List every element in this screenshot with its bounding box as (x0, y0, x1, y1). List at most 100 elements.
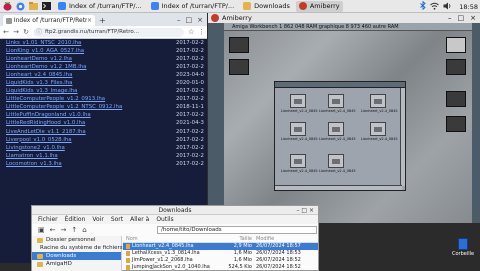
ram-disk-icon[interactable] (446, 91, 466, 107)
close-tab-icon[interactable]: × (87, 17, 92, 24)
close-icon[interactable]: × (197, 15, 203, 26)
drawer-file-icon[interactable]: Lionheart_v2.4_0845 (281, 94, 318, 113)
volume-icon[interactable] (443, 2, 452, 12)
menu-voir[interactable]: Voir (92, 215, 103, 224)
ftp-file-link[interactable]: LittleComputerPeople_v1.2_NTSC_0912.lha (6, 103, 176, 111)
ftp-file-link[interactable]: Llamatron_v1.1.lha (6, 152, 176, 160)
path-field[interactable]: /home/tito/Downloads (157, 226, 317, 234)
maximize-icon[interactable]: □ (458, 14, 465, 22)
reload-icon[interactable]: ↻ (23, 28, 29, 36)
sidebar-item-amigahd[interactable]: AmigaHD (32, 260, 121, 268)
column-name[interactable]: Nom (123, 236, 228, 242)
new-folder-icon[interactable]: ▣ (38, 226, 45, 234)
back-icon[interactable]: ← (3, 28, 9, 36)
home-icon[interactable]: ⌂ (82, 226, 86, 234)
new-tab-icon[interactable]: + (99, 16, 106, 26)
taskbar-task-downloads[interactable]: Downloads (240, 1, 293, 12)
raspberry-menu-icon[interactable] (2, 1, 13, 12)
ftp-file-link[interactable]: LionheartDemo_v1.2.lha (6, 55, 176, 63)
trash-desktop-icon[interactable]: Corbeille (452, 238, 474, 257)
sidebar-item-root[interactable]: Racine du système de fichiers (32, 244, 123, 252)
menu-aller[interactable]: Aller à (130, 215, 149, 224)
browser-launcher-icon[interactable] (15, 1, 26, 12)
file-date: 26/07/2024 18:53 (256, 250, 301, 257)
forward-icon[interactable]: → (61, 226, 67, 234)
disk-icon[interactable] (229, 59, 249, 75)
drawer-horizontal-scrollbar[interactable] (275, 185, 402, 190)
minimize-icon[interactable]: – (177, 15, 181, 26)
disk-icon[interactable] (229, 37, 249, 53)
drive-icon[interactable] (446, 37, 466, 53)
star-icon[interactable]: ☆ (188, 28, 194, 36)
column-size[interactable]: Taille (228, 236, 256, 242)
drawer-file-icon[interactable]: Lionheart_v2.4_0845 (319, 94, 356, 113)
drawer-file-icon[interactable]: Lionheart_v2.4_0845 (319, 122, 356, 141)
forward-icon[interactable]: → (13, 28, 19, 36)
file-manager-launcher-icon[interactable] (28, 1, 39, 12)
taskbar-task-amiberry[interactable]: Amiberry (295, 0, 343, 12)
window-controls[interactable]: – □ × (296, 206, 314, 215)
ftp-file-date: 2017-02-2 (176, 56, 204, 63)
menu-edition[interactable]: Édition (65, 215, 86, 224)
file-name-cell: JimPower_v1.2_2068.lha (123, 257, 228, 264)
ftp-file-link[interactable]: LiveAndLetDie_v1.1_2187.lha (6, 128, 176, 136)
ftp-file-link[interactable]: LionKing_v1.0_AGA_0527.lha (6, 47, 176, 55)
wifi-icon[interactable] (430, 2, 440, 12)
browser-tab[interactable]: Index of /turran/FTP/Retroplay WHDLoad P… (3, 15, 95, 26)
file-name-cell: JumpingJackSon_v2.0_1040.lha (123, 264, 228, 271)
ftp-file-link[interactable]: LittleComputerPeople_v1.2_0913.lha (6, 95, 176, 103)
bluetooth-icon[interactable] (420, 0, 426, 12)
ftp-file-link[interactable]: LionheartDemo_v1.2_1MB.lha (6, 63, 176, 71)
drawer-titlebar[interactable] (275, 82, 405, 88)
file-name: Lionheart_v2.4_0845.lha (132, 243, 194, 250)
maximize-icon[interactable]: □ (186, 15, 193, 26)
file-list: Nom Taille Modifié Lionheart_v2.4_0845.l… (123, 236, 318, 271)
ftp-file-date: 2020-01-0 (176, 80, 204, 87)
taskbar-task-label: Index of /turran/FTP/... (161, 2, 235, 10)
terminal-launcher-icon[interactable] (41, 1, 52, 12)
sidebar-item-downloads[interactable]: Downloads (32, 252, 121, 260)
ftp-file-link[interactable]: Locomotion_v1.3.lha (6, 160, 176, 168)
up-icon[interactable]: ↑ (71, 226, 77, 234)
sidebar-item-home[interactable]: Dossier personnel (32, 236, 121, 244)
menu-fichier[interactable]: Fichier (38, 215, 58, 224)
drawer-file-icon[interactable]: Lionheart_v2.4_0845 (361, 94, 398, 113)
ftp-file-link[interactable]: Links_v1.01_NTSC_2010.lha (6, 39, 176, 47)
drawer-vertical-scrollbar[interactable] (400, 88, 405, 186)
ftp-file-link[interactable]: Livingstone2_v1.0.lha (6, 144, 176, 152)
folder-icon (37, 237, 43, 243)
address-bar[interactable]: ftp2.grandis.nu/turran/FTP/Retro... (33, 27, 184, 37)
ftp-file-row: LionheartDemo_v1.2.lha 2017-02-2 (6, 55, 207, 63)
column-date[interactable]: Modifié (256, 236, 318, 242)
ftp-file-date: 2017-02-2 (176, 160, 204, 167)
ftp-file-row: Livingstone2_v1.0.lha 2017-02-2 (6, 144, 207, 152)
file-row[interactable]: Lionheart_v2.4_0845.lha 2,9 Mio 26/07/2024… (123, 243, 318, 251)
file-row[interactable]: JumpingJackSon_v2.0_1040.lha 524,5 Kio 26/… (123, 264, 318, 271)
ftp-file-link[interactable]: Liverpool_v1.0_0528.lha (6, 136, 176, 144)
clock[interactable]: 18:58 (459, 3, 478, 11)
drive-icon[interactable] (446, 59, 466, 75)
close-icon[interactable]: × (470, 14, 476, 22)
menu-outils[interactable]: Outils (156, 215, 173, 224)
taskbar-task-browser-1[interactable]: Index of /turran/FTP/... (55, 1, 145, 12)
file-row[interactable]: JimPower_v1.2_2068.lha 1,6 Mio 26/07/2024 … (123, 257, 318, 264)
taskbar-task-browser-2[interactable]: Index of /turran/FTP/... (148, 1, 238, 12)
ftp-file-link[interactable]: Lionheart_v2.4_0845.lha (6, 71, 176, 79)
drawer-file-icon[interactable]: Lionheart_v2.4_0845 (361, 122, 398, 141)
file-row[interactable]: LethalXcess_v1.3_0814.lha 1,6 Mio 26/07/20… (123, 250, 318, 257)
ftp-file-link[interactable]: LiquidKids_v1.3_Image.lha (6, 87, 176, 95)
ftp-file-row: Locomotion_v1.3.lha 2017-02-2 (6, 160, 207, 168)
browser-menu-icon[interactable]: ⋮ (198, 28, 205, 36)
menu-sort[interactable]: Sort (111, 215, 123, 224)
minimize-icon[interactable]: – (448, 14, 452, 22)
ftp-file-link[interactable]: LiquidKids_v1.3_Files.lha (6, 79, 176, 87)
drive-icon[interactable] (446, 116, 466, 132)
back-icon[interactable]: ← (50, 226, 56, 234)
ftp-file-link[interactable]: LittleRedRidingHood_v1.0.lha (6, 119, 176, 127)
ftp-file-link[interactable]: LittlePuffInDragonland_v1.0.lha (6, 111, 176, 119)
drawer-file-icon[interactable]: Lionheart_v2.4_0845 (281, 154, 318, 173)
amiberry-logo-icon (211, 14, 219, 22)
drawer-file-icon[interactable]: Lionheart_v2.4_0845 (281, 122, 318, 141)
amiberry-title: Amiberry (222, 14, 252, 22)
drawer-file-icon[interactable]: Lionheart_v2.4_0845 (319, 154, 356, 173)
